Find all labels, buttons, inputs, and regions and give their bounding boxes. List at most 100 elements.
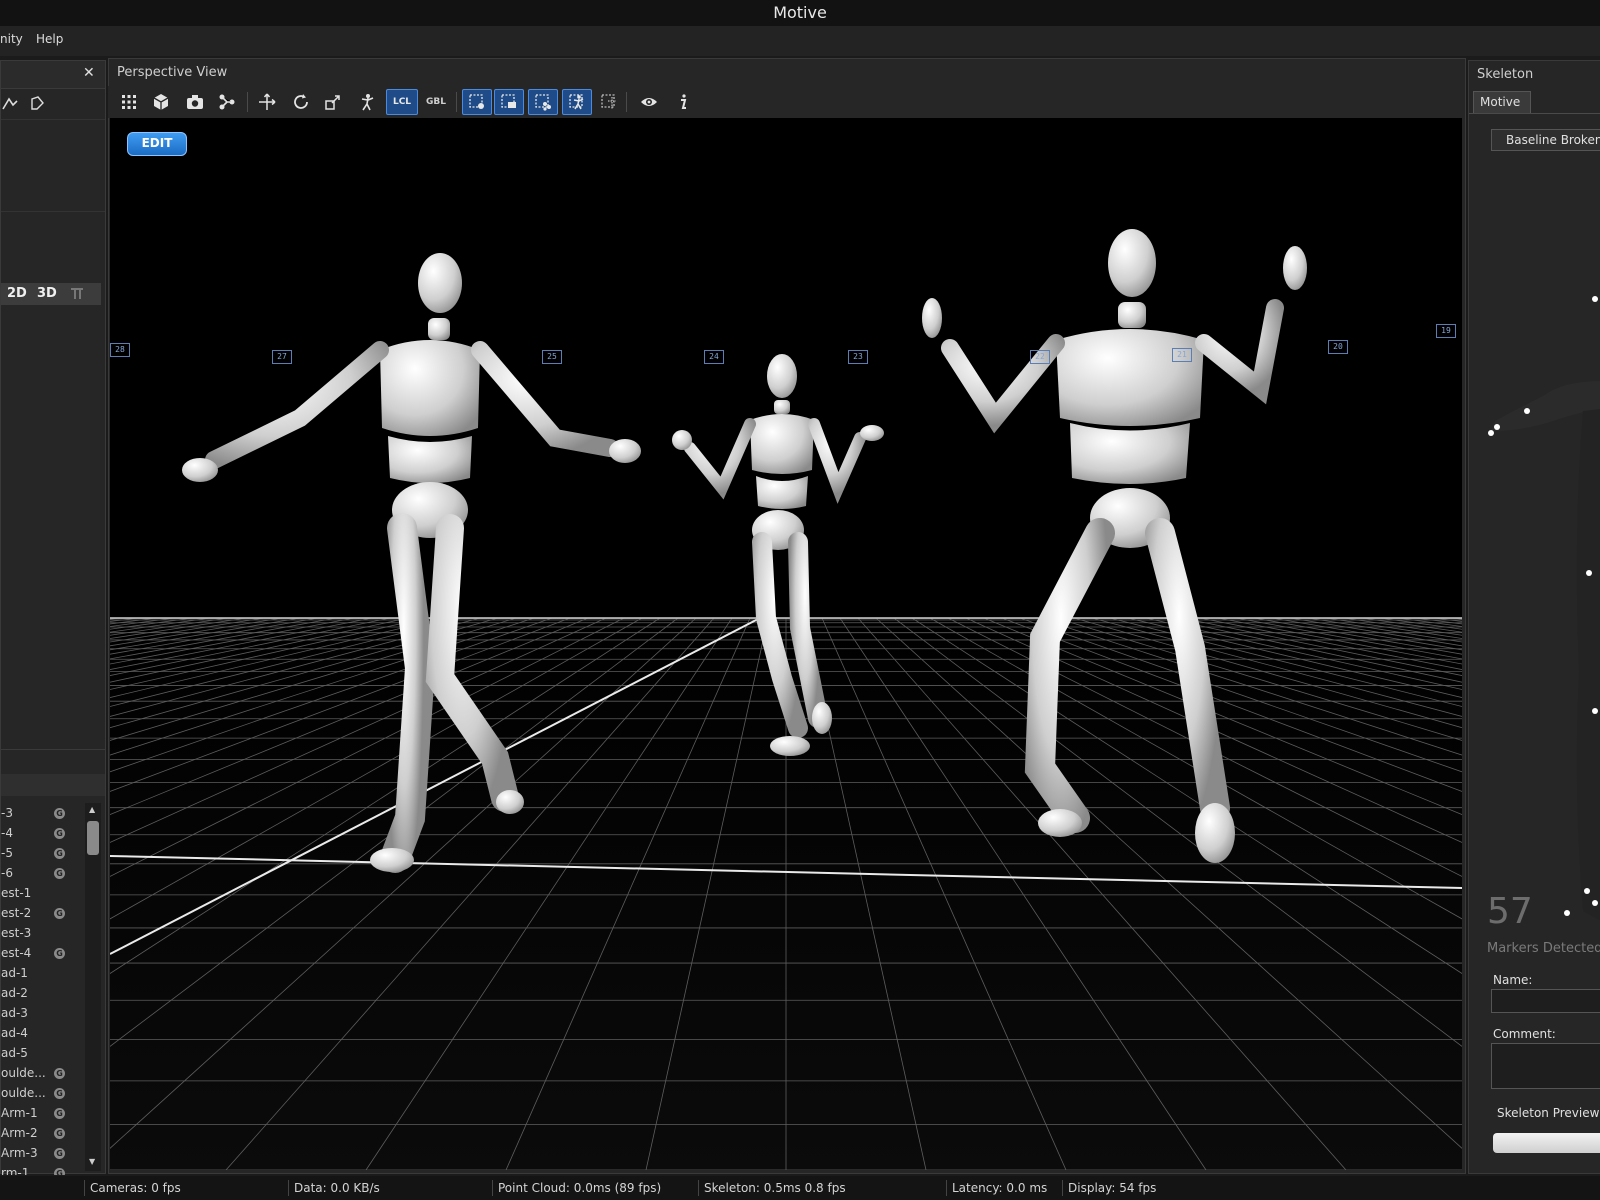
edit-tool-icon[interactable]	[29, 95, 47, 113]
close-icon[interactable]: ✕	[83, 65, 95, 81]
info-icon[interactable]	[670, 89, 696, 115]
list-item[interactable]: ad-1	[1, 963, 85, 983]
skeleton-preview-bar[interactable]	[1493, 1133, 1600, 1153]
list-item[interactable]: -5 G	[1, 843, 85, 863]
list-item[interactable]: -4 G	[1, 823, 85, 843]
camera-marker[interactable]: 24	[704, 350, 724, 364]
camera-marker[interactable]: 27	[272, 350, 292, 364]
camera-marker[interactable]: 21	[1172, 348, 1192, 362]
scale-icon[interactable]	[320, 89, 346, 115]
status-bar: Cameras: 0 fps Data: 0.0 KB/s Point Clou…	[0, 1176, 1600, 1200]
select-skeleton-icon[interactable]	[562, 89, 592, 115]
comment-label: Comment:	[1493, 1027, 1556, 1041]
list-item-label: Arm-2	[1, 1126, 38, 1140]
list-item[interactable]: ad-2	[1, 983, 85, 1003]
edit-mode-button[interactable]: EDIT	[127, 132, 187, 156]
translate-icon[interactable]	[254, 89, 280, 115]
visibility-icon[interactable]	[636, 89, 662, 115]
list-item[interactable]: est-2 G	[1, 903, 85, 923]
select-cameras-icon[interactable]	[494, 89, 524, 115]
comment-field[interactable]	[1491, 1043, 1600, 1089]
grid-icon[interactable]	[116, 89, 142, 115]
skeleton-preview-label: Skeleton Preview:	[1497, 1106, 1600, 1120]
status-display: Display: 54 fps	[1068, 1181, 1157, 1195]
list-item-label: -5	[1, 846, 13, 860]
local-icon[interactable]: LCL	[386, 89, 418, 115]
camera-marker[interactable]: 19	[1436, 324, 1456, 338]
pose-tool-icon[interactable]	[1, 95, 19, 113]
marker-list-scrollbar[interactable]: ▲ ▼	[85, 803, 101, 1171]
list-item[interactable]: est-1	[1, 883, 85, 903]
status-separator	[1062, 1180, 1063, 1196]
list-item-label: ad-4	[1, 1026, 28, 1040]
group-badge-icon[interactable]: G	[54, 808, 65, 819]
marker-list-header	[1, 774, 105, 796]
list-item[interactable]: est-4 G	[1, 943, 85, 963]
tab-motive[interactable]: Motive	[1473, 91, 1531, 114]
scroll-up-icon[interactable]: ▲	[89, 805, 95, 814]
list-item[interactable]: est-3	[1, 923, 85, 943]
panel-title: Skeleton	[1477, 67, 1534, 82]
camera-marker[interactable]: 22	[1030, 350, 1050, 364]
local-label: LCL	[392, 97, 412, 107]
scroll-down-icon[interactable]: ▼	[89, 1157, 95, 1166]
group-badge-icon[interactable]: G	[54, 1148, 65, 1159]
group-badge-icon[interactable]: G	[54, 1108, 65, 1119]
group-badge-icon[interactable]: G	[54, 1088, 65, 1099]
list-item[interactable]: oulde... G	[1, 1063, 85, 1083]
perspective-viewport[interactable]: EDIT 28 27 25 24 23 22 21 20 19	[110, 118, 1462, 1170]
toggle-3d[interactable]: 3D	[37, 286, 57, 301]
list-item[interactable]: ad-4	[1, 1023, 85, 1043]
markers-detected-label: Markers Detected	[1487, 941, 1600, 956]
global-icon[interactable]: GBL	[420, 89, 452, 115]
group-badge-icon[interactable]: G	[54, 1068, 65, 1079]
status-separator	[698, 1180, 699, 1196]
group-badge-icon[interactable]: G	[54, 1128, 65, 1139]
joint-icon[interactable]	[69, 287, 85, 301]
group-badge-icon[interactable]: G	[54, 1168, 65, 1175]
window-title: Motive	[0, 0, 1600, 26]
list-item-label: ad-5	[1, 1046, 28, 1060]
skeleton-nodes-icon[interactable]	[214, 89, 240, 115]
group-badge-icon[interactable]: G	[54, 868, 65, 879]
camera-icon[interactable]	[182, 89, 208, 115]
list-item[interactable]: ad-5	[1, 1043, 85, 1063]
name-field[interactable]	[1491, 989, 1600, 1013]
list-item-label: est-3	[1, 926, 32, 940]
toggle-2d[interactable]: 2D	[7, 286, 27, 301]
pose-icon[interactable]	[354, 89, 380, 115]
skeleton-template-dropdown[interactable]: Baseline Broken T	[1491, 129, 1600, 151]
rotate-icon[interactable]	[288, 89, 314, 115]
select-markers-icon[interactable]	[462, 89, 492, 115]
select-rigid-icon[interactable]	[528, 89, 558, 115]
select-all-icon[interactable]	[596, 89, 622, 115]
list-item[interactable]: -6 G	[1, 863, 85, 883]
list-item-label: -4	[1, 826, 13, 840]
skeleton-preview-figure	[1488, 296, 1600, 921]
list-item[interactable]: ad-3	[1, 1003, 85, 1023]
group-badge-icon[interactable]: G	[54, 908, 65, 919]
list-item[interactable]: Arm-3 G	[1, 1143, 85, 1163]
group-badge-icon[interactable]: G	[54, 848, 65, 859]
group-badge-icon[interactable]: G	[54, 948, 65, 959]
scroll-thumb[interactable]	[87, 821, 99, 855]
list-item[interactable]: oulde... G	[1, 1083, 85, 1103]
list-item[interactable]: -3 G	[1, 803, 85, 823]
list-item-label: Arm-1	[1, 1106, 38, 1120]
list-item-label: ad-3	[1, 1006, 28, 1020]
camera-marker[interactable]: 23	[848, 350, 868, 364]
menu-item-community[interactable]: nity	[0, 26, 23, 52]
list-item[interactable]: rm-1 G	[1, 1163, 85, 1175]
camera-marker[interactable]: 25	[542, 350, 562, 364]
list-item[interactable]: Arm-1 G	[1, 1103, 85, 1123]
menu-item-help[interactable]: Help	[36, 26, 63, 52]
camera-marker[interactable]: 28	[110, 343, 130, 357]
scene-canvas	[110, 229, 1462, 1170]
cube-icon[interactable]	[148, 89, 174, 115]
camera-marker[interactable]: 20	[1328, 340, 1348, 354]
divider	[1469, 113, 1600, 114]
list-item[interactable]: Arm-2 G	[1, 1123, 85, 1143]
toolbar-separator	[626, 92, 627, 112]
divider	[1, 211, 105, 212]
group-badge-icon[interactable]: G	[54, 828, 65, 839]
